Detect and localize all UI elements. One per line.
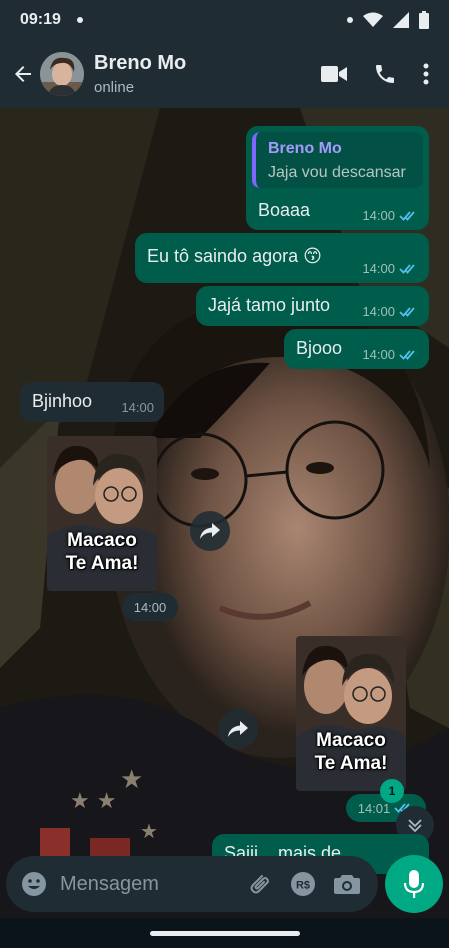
camera-button[interactable] [334, 873, 360, 895]
chat-header: Breno Mo online [0, 40, 449, 108]
notification-dot-icon [76, 17, 83, 23]
voice-call-button[interactable] [373, 62, 397, 86]
message-meta: 14:00 [362, 208, 419, 223]
message-text: Bjinhoo [32, 391, 93, 411]
back-button[interactable] [6, 52, 40, 96]
message-text: Bjooo [296, 338, 343, 358]
forward-button[interactable] [218, 709, 258, 749]
wifi-icon [363, 12, 383, 27]
sticker-outgoing[interactable]: Macaco Te Ama! [296, 636, 406, 791]
phone-icon [376, 65, 394, 83]
message-time: 14:00 [133, 599, 167, 615]
quoted-sender-name: Breno Mo [268, 140, 342, 157]
voice-record-button[interactable] [385, 855, 443, 913]
double-check-icon [399, 349, 415, 360]
navigation-bar [0, 918, 449, 948]
sticker-caption: Macaco Te Ama! [314, 730, 388, 774]
message-meta: 14:00 [362, 261, 419, 276]
message-text: Eu tô saindo agora 😙 [147, 246, 322, 266]
svg-text:★: ★ [140, 819, 158, 843]
payment-icon: R$ [291, 872, 315, 896]
message-bubble-outgoing[interactable]: Breno Mo Jaja vou descansar Boaaa 14:00 [246, 126, 429, 230]
unread-count-badge: 1 [380, 779, 404, 803]
microphone-icon [404, 870, 424, 898]
double-check-icon [399, 263, 415, 274]
notification-dot-icon [347, 17, 353, 23]
battery-icon [419, 11, 429, 29]
header-actions [321, 62, 449, 86]
message-bubble-outgoing[interactable]: Bjooo 14:00 [284, 329, 429, 369]
video-camera-icon [321, 66, 347, 82]
sticker-caption: Macaco Te Ama! [65, 530, 139, 574]
message-time: 14:00 [362, 261, 395, 276]
home-gesture-handle[interactable] [149, 930, 300, 936]
avatar[interactable] [40, 52, 84, 96]
message-time: 14:00 [362, 208, 395, 223]
double-check-icon [399, 210, 415, 221]
message-meta: 14:00 [121, 400, 154, 415]
quoted-message[interactable]: Breno Mo Jaja vou descansar [252, 132, 423, 188]
svg-text:★: ★ [120, 765, 143, 795]
message-time: 14:00 [362, 304, 395, 319]
camera-icon [334, 875, 360, 894]
message-composer: R$ [6, 856, 378, 912]
message-bubble-outgoing[interactable]: Eu tô saindo agora 😙 14:00 [135, 233, 429, 283]
quoted-message-text: Jaja vou descansar [268, 164, 406, 181]
svg-text:R$: R$ [296, 880, 310, 892]
status-bar: 09:19 [0, 0, 449, 40]
chat-area[interactable]: ★ ★ ★ ★ Breno Mo Jaja vou descansar Boaa… [0, 108, 449, 918]
emoji-icon [22, 872, 46, 896]
message-bubble-incoming[interactable]: Bjinhoo 14:00 [20, 382, 164, 422]
message-meta: 14:00 [362, 347, 419, 362]
message-input[interactable] [60, 872, 246, 896]
svg-text:★ ★: ★ ★ [70, 789, 116, 814]
contact-info[interactable]: Breno Mo online [94, 52, 186, 96]
message-bubble-outgoing[interactable]: Jajá tamo junto 14:00 [196, 286, 429, 326]
message-time: 14:01 [357, 800, 391, 816]
chevron-double-down-icon [408, 819, 422, 833]
more-options-button[interactable] [423, 63, 429, 85]
message-time: 14:00 [121, 400, 154, 415]
message-time: 14:00 [362, 347, 395, 362]
status-time: 09:19 [20, 11, 61, 28]
contact-name: Breno Mo [94, 52, 187, 74]
message-text: Jajá tamo junto [208, 295, 331, 315]
forward-icon [228, 721, 248, 737]
message-meta: 14:00 [362, 304, 419, 319]
more-vertical-icon [423, 63, 429, 85]
signal-icon [393, 12, 409, 28]
message-text: Boaaa [258, 200, 311, 220]
sticker-incoming[interactable]: Macaco Te Ama! [47, 436, 157, 591]
sticker-time: 14:00 [122, 593, 178, 621]
attach-button[interactable] [246, 871, 272, 897]
paperclip-icon [250, 875, 269, 894]
double-check-icon [399, 306, 415, 317]
composer-tools: R$ [246, 871, 378, 897]
contact-status: online [94, 79, 135, 96]
status-icons [347, 11, 429, 29]
video-call-button[interactable] [321, 65, 347, 83]
payment-button[interactable]: R$ [290, 871, 316, 897]
arrow-left-icon [15, 66, 31, 82]
forward-icon [200, 523, 220, 539]
emoji-button[interactable] [20, 870, 48, 898]
forward-button[interactable] [190, 511, 230, 551]
